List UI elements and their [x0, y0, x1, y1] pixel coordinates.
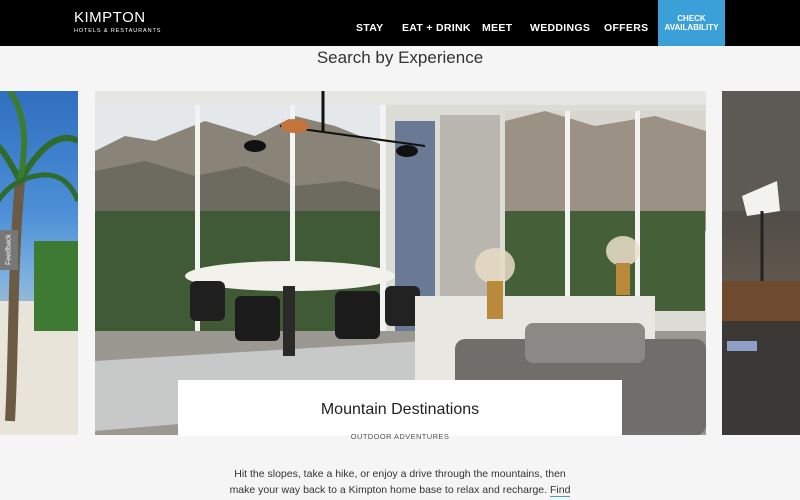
slide-title: Mountain Destinations	[320, 401, 480, 418]
nav-weddings[interactable]: WEDDINGS	[530, 22, 590, 34]
kimpton-logo[interactable]: KIMPTON HOTELS & RESTAURANTS	[74, 9, 162, 35]
check-availability-button[interactable]: CHECK AVAILABILITY	[658, 0, 725, 46]
logo-wordmark: KIMPTON	[74, 9, 146, 26]
slide-subtitle: OUTDOOR ADVENTURES	[350, 432, 450, 441]
nav-eat-drink[interactable]: EAT + DRINK	[402, 22, 471, 34]
nav-stay[interactable]: STAY	[356, 22, 383, 34]
interior-lamp-image	[722, 91, 800, 435]
slide-caption-card: Mountain Destinations OUTDOOR ADVENTURES	[178, 380, 622, 441]
slide-description-text: Hit the slopes, take a hike, or enjoy a …	[229, 468, 566, 496]
nav-meet[interactable]: MEET	[482, 22, 512, 34]
section-title: Search by Experience	[316, 48, 484, 67]
slide-description: Hit the slopes, take a hike, or enjoy a …	[222, 466, 578, 500]
feedback-tab[interactable]: Feedback	[0, 230, 18, 270]
nav-offers[interactable]: OFFERS	[604, 22, 648, 34]
logo-tagline: HOTELS & RESTAURANTS	[74, 28, 162, 34]
site-header: KIMPTON HOTELS & RESTAURANTS STAY EAT + …	[0, 0, 800, 46]
carousel-next-slide[interactable]	[722, 91, 800, 435]
